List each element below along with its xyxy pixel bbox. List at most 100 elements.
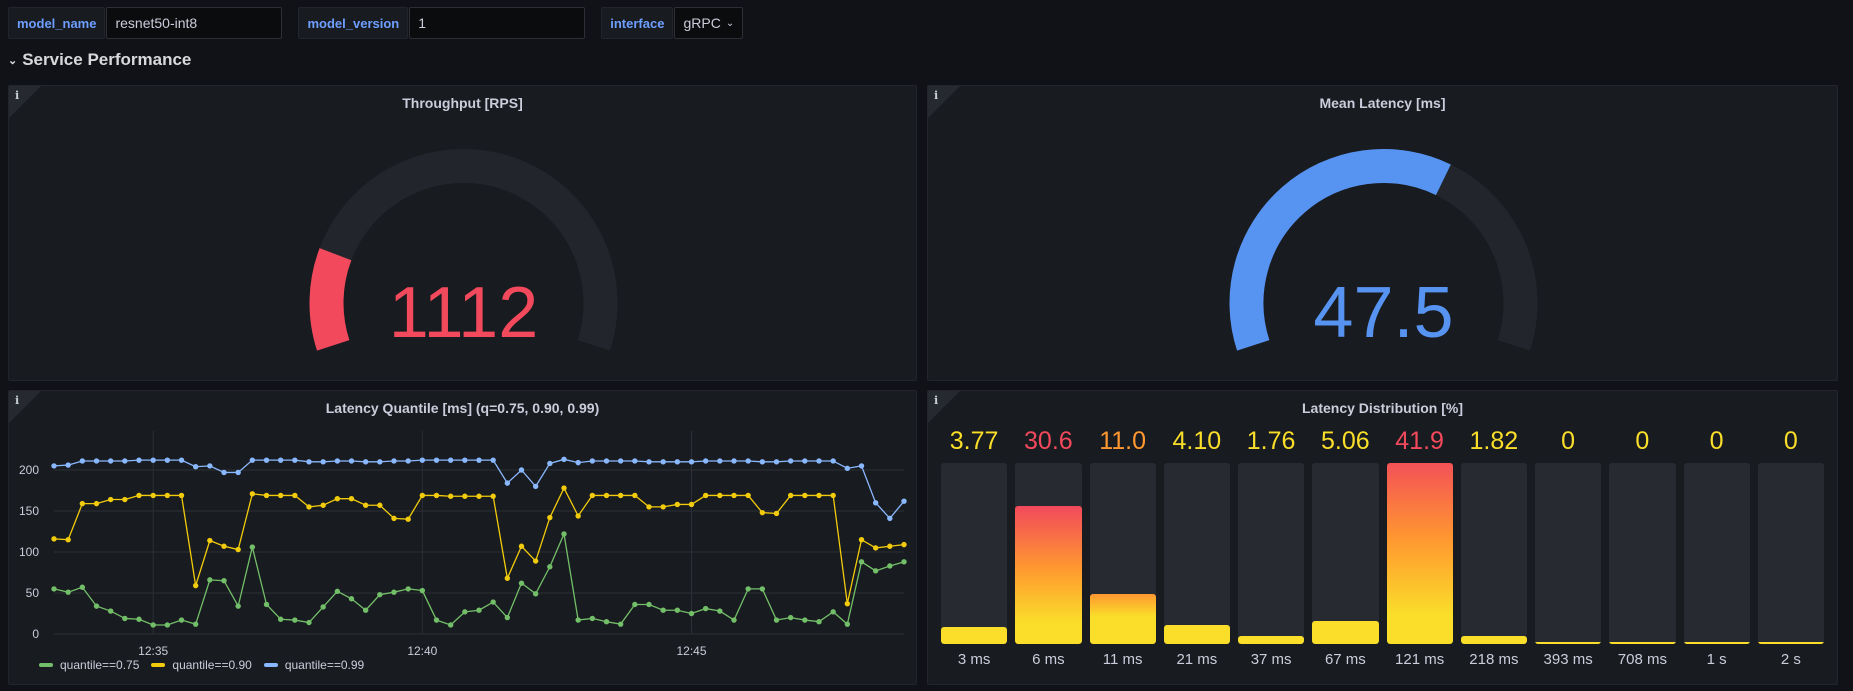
data-point[interactable]	[872, 545, 879, 551]
data-point[interactable]	[292, 492, 298, 499]
data-point[interactable]	[348, 496, 355, 502]
data-point[interactable]	[660, 459, 666, 465]
data-point[interactable]	[405, 458, 411, 464]
data-point[interactable]	[490, 493, 496, 499]
data-point[interactable]	[674, 607, 681, 613]
data-point[interactable]	[702, 605, 709, 612]
data-point[interactable]	[65, 537, 71, 543]
data-point[interactable]	[731, 617, 737, 623]
data-point[interactable]	[830, 609, 836, 615]
data-point[interactable]	[858, 463, 865, 469]
data-point[interactable]	[518, 543, 525, 549]
data-point[interactable]	[65, 462, 71, 468]
data-point[interactable]	[221, 578, 227, 584]
data-point[interactable]	[136, 492, 142, 499]
data-point[interactable]	[802, 458, 808, 464]
data-point[interactable]	[745, 492, 751, 499]
data-point[interactable]	[787, 458, 794, 464]
data-point[interactable]	[447, 457, 454, 463]
data-point[interactable]	[93, 500, 100, 507]
data-point[interactable]	[362, 502, 369, 508]
data-point[interactable]	[476, 607, 482, 613]
data-point[interactable]	[306, 459, 312, 465]
data-point[interactable]	[547, 514, 553, 521]
data-point[interactable]	[263, 601, 270, 608]
data-point[interactable]	[688, 610, 695, 617]
data-point[interactable]	[447, 493, 454, 499]
data-point[interactable]	[518, 580, 525, 586]
data-point[interactable]	[51, 463, 57, 469]
data-point[interactable]	[830, 492, 836, 499]
data-point[interactable]	[830, 458, 836, 464]
data-point[interactable]	[447, 622, 454, 628]
data-point[interactable]	[887, 563, 893, 569]
data-point[interactable]	[79, 458, 86, 464]
data-point[interactable]	[462, 493, 468, 499]
data-point[interactable]	[646, 504, 652, 510]
data-point[interactable]	[802, 617, 808, 623]
data-point[interactable]	[759, 459, 766, 465]
data-point[interactable]	[887, 515, 893, 522]
data-point[interactable]	[391, 458, 397, 464]
data-point[interactable]	[731, 458, 737, 464]
data-point[interactable]	[759, 586, 766, 592]
data-point[interactable]	[504, 575, 511, 581]
data-point[interactable]	[844, 600, 851, 607]
data-point[interactable]	[235, 603, 241, 609]
interface-select[interactable]: gRPC ⌄	[674, 7, 744, 39]
data-point[interactable]	[419, 492, 426, 499]
data-point[interactable]	[617, 458, 624, 464]
data-point[interactable]	[306, 504, 312, 510]
data-point[interactable]	[235, 469, 241, 476]
data-point[interactable]	[816, 458, 822, 464]
data-point[interactable]	[603, 619, 610, 625]
data-point[interactable]	[334, 588, 341, 595]
data-point[interactable]	[433, 492, 440, 499]
data-point[interactable]	[405, 516, 411, 522]
data-point[interactable]	[433, 617, 440, 623]
data-point[interactable]	[617, 492, 624, 499]
data-point[interactable]	[462, 609, 468, 615]
data-point[interactable]	[702, 492, 709, 499]
data-point[interactable]	[277, 616, 284, 622]
data-point[interactable]	[547, 564, 553, 570]
data-point[interactable]	[249, 544, 256, 550]
data-point[interactable]	[150, 457, 156, 463]
data-point[interactable]	[476, 493, 482, 499]
data-point[interactable]	[702, 458, 709, 464]
model-name-input[interactable]: resnet50-int8	[106, 7, 283, 39]
data-point[interactable]	[773, 459, 780, 465]
data-point[interactable]	[674, 459, 681, 465]
data-point[interactable]	[589, 615, 596, 622]
data-point[interactable]	[575, 513, 581, 519]
data-point[interactable]	[773, 617, 780, 623]
data-point[interactable]	[292, 457, 298, 463]
data-point[interactable]	[391, 589, 397, 595]
data-point[interactable]	[518, 467, 525, 473]
data-point[interactable]	[178, 457, 185, 463]
data-point[interactable]	[122, 615, 128, 622]
data-point[interactable]	[532, 591, 539, 597]
latency-quantile-chart[interactable]: 0 50 100 150 200 12:35 12:40 12:45	[9, 391, 918, 686]
data-point[interactable]	[787, 492, 794, 499]
data-point[interactable]	[164, 622, 171, 628]
series-line-2[interactable]	[53, 458, 905, 520]
data-point[interactable]	[816, 492, 822, 499]
data-point[interactable]	[688, 501, 695, 508]
data-point[interactable]	[674, 501, 681, 508]
data-point[interactable]	[901, 498, 907, 504]
data-point[interactable]	[575, 459, 581, 466]
data-point[interactable]	[532, 483, 539, 490]
data-point[interactable]	[178, 492, 185, 499]
data-point[interactable]	[405, 586, 411, 592]
data-point[interactable]	[603, 492, 610, 499]
data-point[interactable]	[277, 492, 284, 499]
data-point[interactable]	[136, 616, 142, 622]
data-point[interactable]	[320, 459, 326, 465]
data-point[interactable]	[504, 480, 511, 486]
data-point[interactable]	[660, 504, 666, 510]
data-point[interactable]	[717, 608, 723, 614]
data-point[interactable]	[249, 457, 256, 463]
data-point[interactable]	[51, 586, 57, 592]
data-point[interactable]	[901, 541, 907, 548]
